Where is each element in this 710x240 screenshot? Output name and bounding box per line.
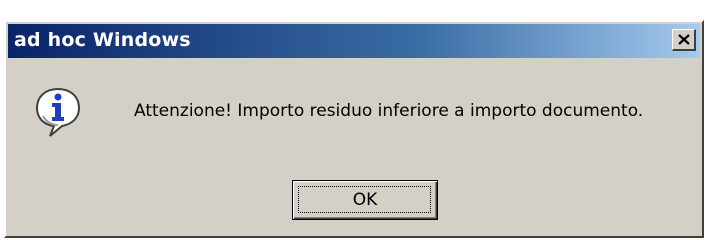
title-bar[interactable]: ad hoc Windows [8, 24, 700, 58]
window-title: ad hoc Windows [14, 29, 191, 51]
ok-button[interactable]: OK [292, 180, 438, 220]
message-text: Attenzione! Importo residuo inferiore a … [134, 101, 644, 121]
message-dialog: ad hoc Windows Attenzione! Importo resid… [4, 20, 704, 238]
ok-button-label: OK [352, 190, 378, 210]
close-icon [677, 34, 690, 45]
info-icon [35, 87, 81, 137]
close-button[interactable] [672, 29, 696, 51]
